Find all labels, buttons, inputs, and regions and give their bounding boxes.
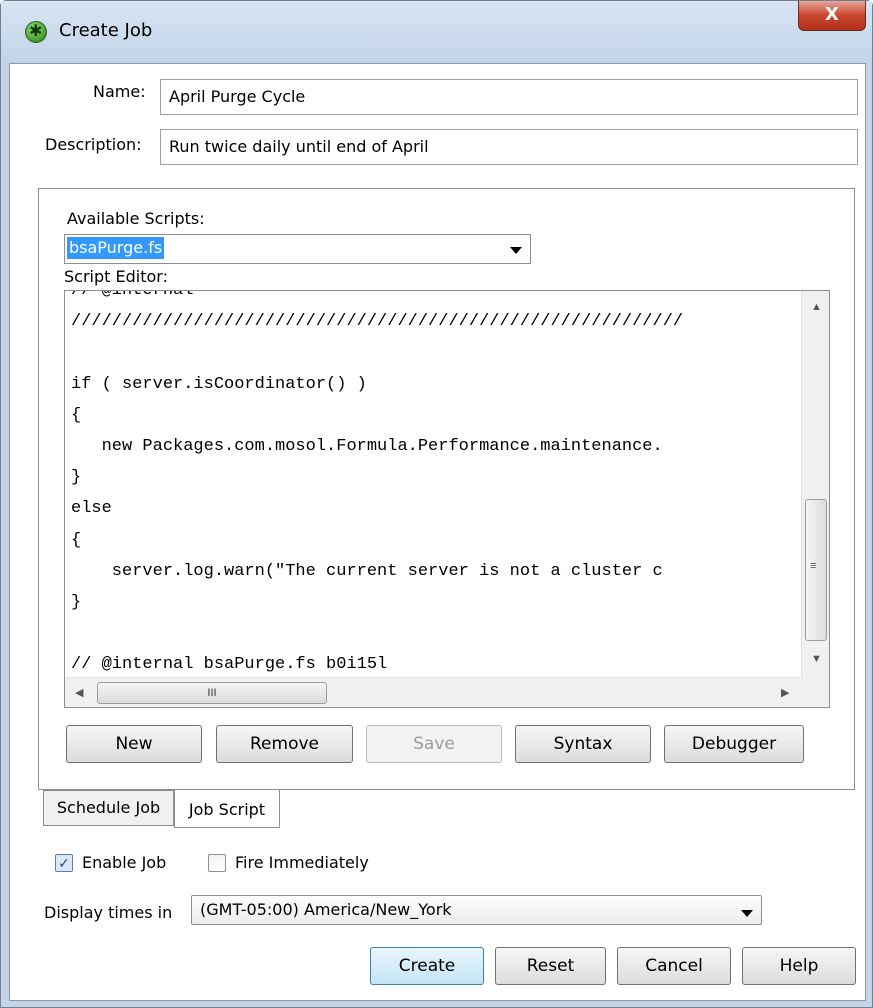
script-editor[interactable]: // @internal ////////////////////////////… — [64, 290, 830, 708]
vertical-scrollbar[interactable]: ▲ ≡ ▼ — [801, 291, 829, 677]
code-line: // @internal — [71, 291, 193, 300]
name-field[interactable]: April Purge Cycle — [160, 79, 858, 115]
grip-icon: ≡ — [810, 560, 817, 572]
selected-script-value: bsaPurge.fs — [67, 237, 165, 259]
code-line: new Packages.com.mosol.Formula.Performan… — [71, 437, 663, 456]
fire-immediately-checkbox[interactable] — [208, 854, 226, 872]
available-scripts-label: Available Scripts: — [67, 209, 205, 228]
create-button[interactable]: Create — [370, 947, 484, 985]
chevron-down-icon — [510, 247, 522, 254]
create-job-window: Create Job X Name: April Purge Cycle Des… — [0, 0, 873, 1008]
code-line: } — [71, 468, 82, 488]
description-label: Description: — [45, 135, 142, 154]
code-area[interactable]: // @internal ////////////////////////////… — [65, 291, 801, 677]
close-button[interactable]: X — [798, 1, 866, 31]
code-line: { — [71, 530, 82, 550]
code-line: server.log.warn("The current server is n… — [71, 561, 663, 581]
fire-immediately-label: Fire Immediately — [235, 853, 369, 872]
timezone-value: (GMT-05:00) America/New_York — [200, 900, 452, 919]
vertical-scroll-thumb[interactable]: ≡ — [805, 499, 827, 641]
debugger-button[interactable]: Debugger — [664, 725, 804, 763]
save-script-button[interactable]: Save — [366, 725, 502, 763]
horizontal-scroll-thumb[interactable]: III — [97, 682, 327, 704]
scroll-up-icon[interactable]: ▲ — [811, 301, 822, 313]
scroll-corner — [801, 677, 829, 707]
syntax-button[interactable]: Syntax — [515, 725, 651, 763]
scroll-right-icon[interactable]: ▶ — [781, 686, 789, 699]
scroll-down-icon[interactable]: ▼ — [811, 653, 822, 665]
code-line: ////////////////////////////////////////… — [71, 312, 684, 332]
code-line: // @internal bsaPurge.fs b0i15l — [71, 655, 388, 675]
new-script-button[interactable]: New — [66, 725, 202, 763]
reset-button[interactable]: Reset — [495, 947, 606, 985]
remove-script-button[interactable]: Remove — [216, 725, 353, 763]
checkmark-icon: ✓ — [58, 855, 70, 871]
code-line: } — [71, 593, 82, 612]
scroll-left-icon[interactable]: ◀ — [75, 686, 83, 699]
display-times-label: Display times in — [44, 903, 173, 922]
code-line: else — [71, 499, 112, 519]
window-title: Create Job — [59, 20, 153, 41]
code-line: if ( server.isCoordinator() ) — [71, 374, 367, 394]
enable-job-label: Enable Job — [82, 853, 167, 872]
available-scripts-select[interactable]: bsaPurge.fs — [64, 234, 531, 264]
description-field[interactable]: Run twice daily until end of April — [160, 129, 858, 165]
title-bar[interactable]: Create Job X — [1, 1, 872, 63]
timezone-select[interactable]: (GMT-05:00) America/New_York — [191, 895, 762, 925]
tab-job-script[interactable]: Job Script — [174, 790, 280, 828]
name-label: Name: — [93, 82, 146, 101]
help-button[interactable]: Help — [742, 947, 856, 985]
cancel-button[interactable]: Cancel — [617, 947, 731, 985]
enable-job-checkbox[interactable]: ✓ — [55, 854, 73, 872]
script-editor-label: Script Editor: — [64, 267, 168, 286]
app-logo-icon — [25, 21, 47, 43]
code-line: { — [71, 405, 82, 425]
chevron-down-icon — [741, 910, 753, 917]
tab-schedule-job[interactable]: Schedule Job — [43, 790, 174, 826]
horizontal-scrollbar[interactable]: ◀ III ▶ — [65, 677, 801, 707]
